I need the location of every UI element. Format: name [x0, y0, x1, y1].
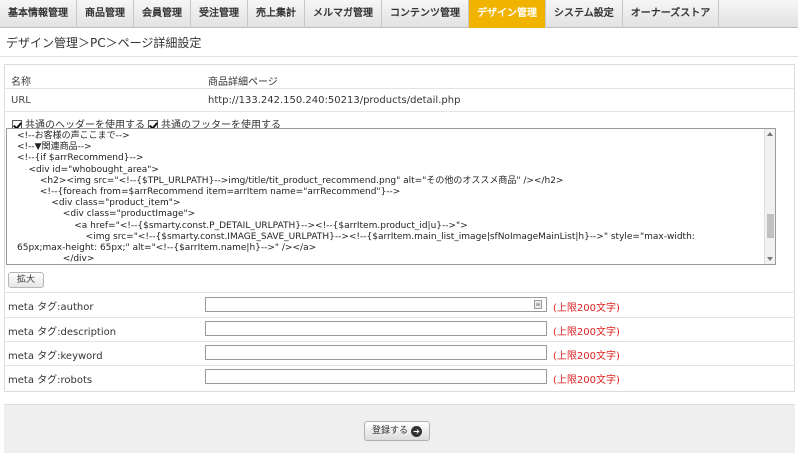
meta-robots-input[interactable] — [205, 369, 547, 384]
code-line: <div id="whobought_area"> — [17, 164, 159, 175]
meta-robots-limit: (上限200文字) — [553, 375, 620, 386]
url-label: URL — [11, 95, 31, 106]
submit-button[interactable]: 登録する ➔ — [364, 421, 430, 441]
meta-description-label: meta タグ:description — [8, 327, 117, 338]
nav-tab-products[interactable]: 商品管理 — [77, 0, 134, 28]
code-line: <div class="productImage"> — [17, 209, 196, 220]
meta-keyword-label: meta タグ:keyword — [8, 351, 103, 362]
template-code-editor[interactable]: <!--お客様の声ここまで--> <!--▼関連商品--> <!--{if $a… — [6, 128, 776, 265]
meta-author-limit: (上限200文字) — [553, 303, 620, 314]
row-divider — [5, 111, 794, 112]
title-divider — [0, 56, 798, 57]
submit-label: 登録する — [372, 426, 409, 436]
nav-tab-basic-info[interactable]: 基本情報管理 — [0, 0, 77, 28]
code-line: 65px;max-height: 65px;" alt="<!--{$arrIt… — [17, 243, 317, 254]
scrollbar-thumb[interactable] — [767, 214, 774, 238]
name-label: 名称 — [11, 77, 31, 88]
row-divider — [4, 292, 795, 293]
meta-author-label: meta タグ:author — [8, 302, 94, 313]
expand-editor-button[interactable]: 拡大 — [8, 272, 44, 288]
scroll-up-icon[interactable] — [767, 132, 773, 136]
nav-tab-design[interactable]: デザイン管理 — [469, 0, 546, 28]
nav-tab-mailmagazine[interactable]: メルマガ管理 — [305, 0, 382, 28]
row-divider — [4, 341, 795, 342]
url-value: http://133.242.150.240:50213/products/de… — [208, 95, 461, 106]
arrow-right-circle-icon: ➔ — [411, 426, 422, 437]
row-divider — [5, 88, 794, 89]
code-line: <!--▼関連商品--> — [17, 142, 92, 153]
code-line: <!--{foreach from=$arrRecommend item=arr… — [17, 187, 401, 198]
meta-description-limit: (上限200文字) — [553, 327, 620, 338]
meta-keyword-input[interactable] — [205, 345, 547, 360]
code-line: <a href="<!--{$smarty.const.P_DETAIL_URL… — [17, 220, 468, 231]
top-navigation: 基本情報管理 商品管理 会員管理 受注管理 売上集計 メルマガ管理 コンテンツ管… — [0, 0, 798, 28]
code-line: <h2><img src="<!--{$TPL_URLPATH}-->img/t… — [17, 175, 564, 186]
row-divider — [4, 317, 795, 318]
nav-tab-sales[interactable]: 売上集計 — [248, 0, 305, 28]
meta-robots-label: meta タグ:robots — [8, 375, 93, 386]
code-line: <!--お客様の声ここまで--> — [17, 131, 130, 141]
page-title: デザイン管理＞PC＞ページ詳細設定 — [6, 36, 202, 50]
nav-tab-owners-store[interactable]: オーナーズストア — [623, 0, 720, 28]
nav-tab-members[interactable]: 会員管理 — [134, 0, 191, 28]
name-value: 商品詳細ページ — [208, 77, 278, 88]
code-line: </div> — [17, 254, 95, 265]
meta-keyword-limit: (上限200文字) — [553, 351, 620, 362]
nav-tab-system[interactable]: システム設定 — [546, 0, 623, 28]
nav-tab-contents[interactable]: コンテンツ管理 — [382, 0, 469, 28]
keyboard-icon: ≡ — [534, 300, 542, 309]
editor-scrollbar[interactable] — [764, 129, 775, 264]
nav-tab-orders[interactable]: 受注管理 — [191, 0, 248, 28]
code-line: <img src="<!--{$smarty.const.IMAGE_SAVE_… — [17, 231, 695, 242]
scroll-down-icon[interactable] — [767, 257, 773, 261]
meta-description-input[interactable] — [205, 321, 547, 336]
code-line: <div class="product_item"> — [17, 198, 181, 209]
form-footer: 登録する ➔ — [4, 404, 795, 453]
meta-author-input[interactable]: ≡ — [205, 297, 547, 312]
code-line: <!--{if $arrRecommend}--> — [17, 153, 144, 164]
row-divider — [4, 365, 795, 366]
